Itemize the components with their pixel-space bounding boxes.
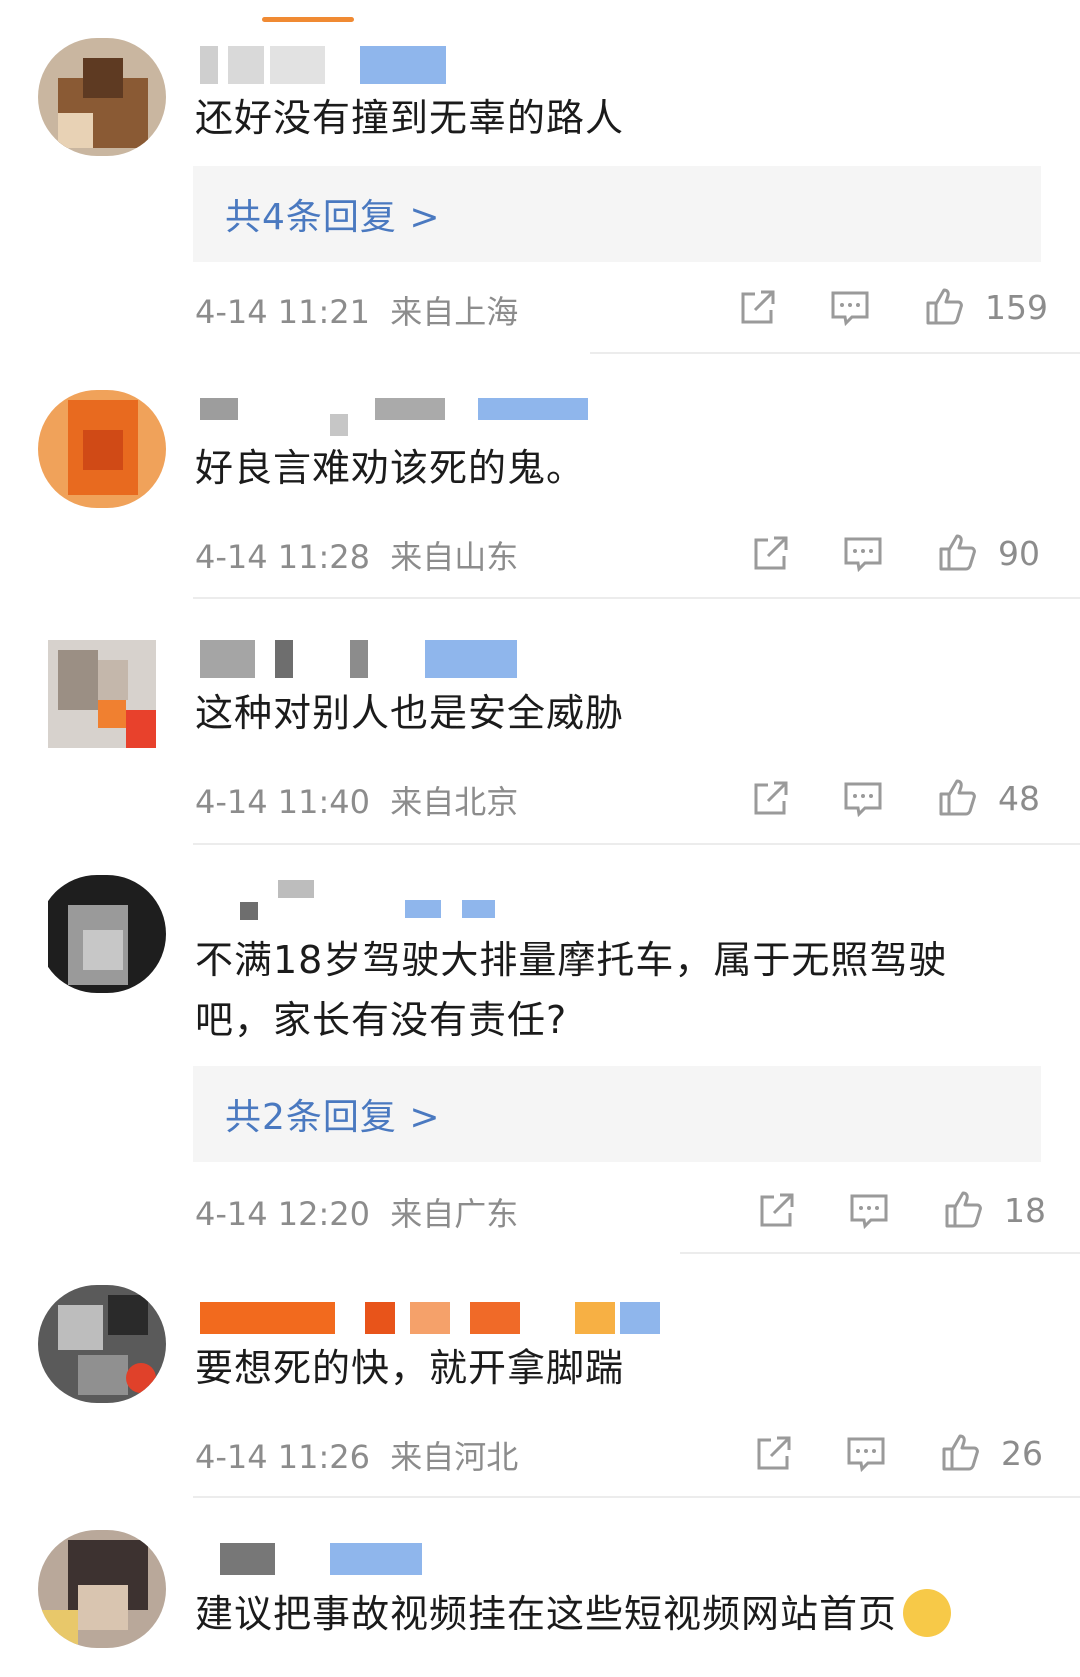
thumbs-up-icon[interactable] <box>938 777 978 817</box>
thumbs-up-icon[interactable] <box>944 1189 984 1229</box>
like-count: 90 <box>998 534 1040 573</box>
comment-icon[interactable] <box>846 1434 886 1474</box>
replies-link[interactable]: 共2条回复 > <box>225 1088 441 1140</box>
share-icon[interactable] <box>750 534 790 574</box>
divider <box>680 1252 1080 1254</box>
comment-meta: 4-14 11:26 来自河北 <box>195 1432 518 1478</box>
top-accent-bar <box>262 17 354 22</box>
comment-text-body: 建议把事故视频挂在这些短视频网站首页 <box>195 1592 898 1636</box>
comment-meta: 4-14 12:20 来自广东 <box>195 1189 518 1235</box>
comment-text: 好良言难劝该死的鬼。 <box>195 446 586 490</box>
comment-icon[interactable] <box>830 288 870 328</box>
divider <box>193 1496 1080 1498</box>
share-icon[interactable] <box>753 1434 793 1474</box>
divider <box>193 843 1080 845</box>
comment-meta: 4-14 11:21 来自上海 <box>195 287 518 333</box>
comment-text: 建议把事故视频挂在这些短视频网站首页 <box>195 1584 952 1644</box>
comment-location: 来自广东 <box>390 1195 519 1233</box>
avatar[interactable] <box>38 1530 166 1648</box>
comment-time: 4-14 11:40 <box>195 783 371 821</box>
comment-text-line2: 吧，家长有没有责任? <box>195 998 568 1042</box>
comment-location: 来自北京 <box>390 783 519 821</box>
avatar[interactable] <box>38 1285 166 1403</box>
comment-meta: 4-14 11:40 来自北京 <box>195 777 518 823</box>
like-count: 26 <box>1001 1434 1043 1473</box>
comment-time: 4-14 11:21 <box>195 293 371 331</box>
comment-icon[interactable] <box>849 1191 889 1231</box>
avatar[interactable] <box>38 390 166 508</box>
like-count: 18 <box>1004 1191 1046 1230</box>
smirk-emoji-icon <box>903 1588 952 1637</box>
comment-icon[interactable] <box>843 534 883 574</box>
comment-icon[interactable] <box>843 779 883 819</box>
comment-location: 来自上海 <box>390 293 519 331</box>
share-icon[interactable] <box>737 288 777 328</box>
avatar[interactable] <box>38 38 166 156</box>
thumbs-up-icon[interactable] <box>938 532 978 572</box>
like-count: 48 <box>998 779 1040 818</box>
replies-link[interactable]: 共4条回复 > <box>225 188 441 240</box>
like-count: 159 <box>985 288 1048 327</box>
divider <box>193 597 1080 599</box>
comment-location: 来自山东 <box>390 538 519 576</box>
comment-text-line1: 不满18岁驾驶大排量摩托车，属于无照驾驶 <box>195 938 948 982</box>
comment-meta: 4-14 11:28 来自山东 <box>195 532 518 578</box>
comment-text: 这种对别人也是安全威胁 <box>195 691 625 735</box>
divider <box>590 352 1080 354</box>
comment-time: 4-14 11:28 <box>195 538 371 576</box>
comment-location: 来自河北 <box>390 1438 519 1476</box>
comment-time: 4-14 11:26 <box>195 1438 371 1476</box>
replies-box[interactable]: 共4条回复 > <box>193 166 1041 262</box>
comment-text: 要想死的快，就开拿脚踹 <box>195 1346 625 1390</box>
comment-time: 4-14 12:20 <box>195 1195 371 1233</box>
thumbs-up-icon[interactable] <box>925 286 965 326</box>
avatar[interactable] <box>38 630 156 748</box>
avatar[interactable] <box>38 875 166 993</box>
thumbs-up-icon[interactable] <box>941 1432 981 1472</box>
replies-box[interactable]: 共2条回复 > <box>193 1066 1041 1162</box>
share-icon[interactable] <box>756 1191 796 1231</box>
share-icon[interactable] <box>750 779 790 819</box>
comment-text: 还好没有撞到无辜的路人 <box>195 96 625 140</box>
